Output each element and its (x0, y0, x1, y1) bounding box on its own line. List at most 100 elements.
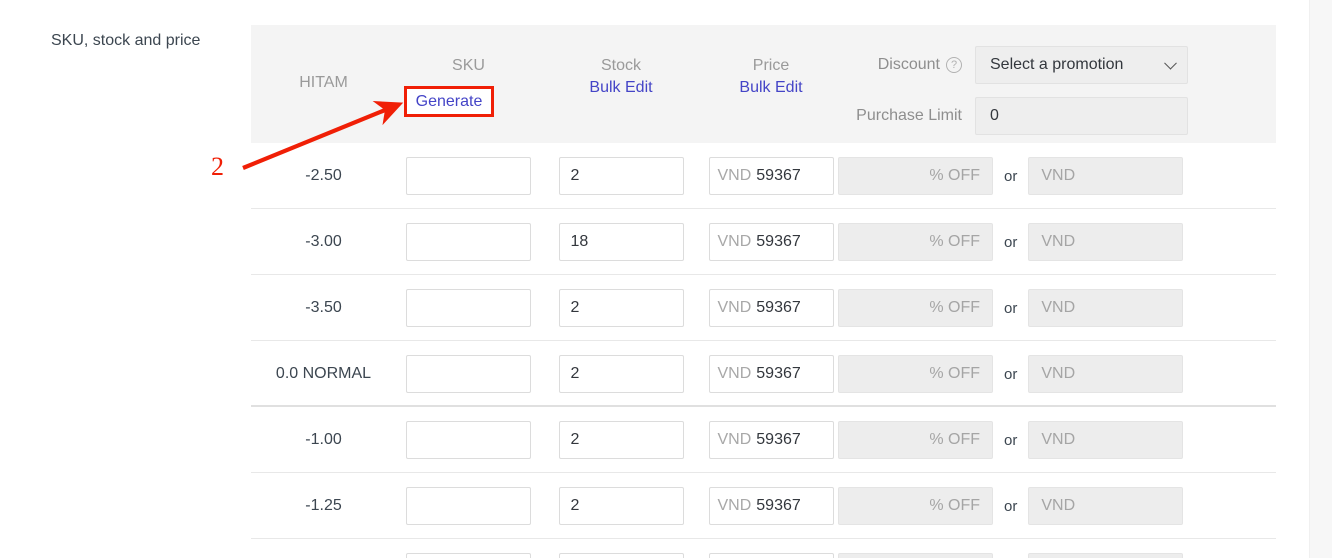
row-sku-cell (396, 275, 541, 341)
sku-input[interactable] (406, 157, 531, 195)
column-header-sku: SKU (396, 55, 541, 77)
row-stock-cell (546, 473, 696, 539)
table-row: 0.0 NORMAL VND59367 or (251, 341, 1276, 407)
stock-input[interactable] (558, 223, 684, 261)
section-title: SKU, stock and price (51, 32, 201, 49)
discount-amount-input[interactable] (1028, 421, 1184, 459)
discount-or-label: or (1004, 365, 1018, 383)
price-input[interactable]: VND 59367 (708, 223, 834, 261)
row-price-cell (696, 539, 846, 558)
stock-input[interactable] (558, 355, 684, 393)
price-currency-prefix: VND (717, 365, 752, 382)
discount-amount-input[interactable] (1028, 223, 1184, 261)
discount-percent-input[interactable] (838, 223, 993, 261)
row-stock-cell (546, 407, 696, 473)
table-row: -3.50 VND59367 or (251, 275, 1276, 341)
table-body: -2.50VND59367or-3.00VND59367or-3.50VND59… (251, 143, 1276, 558)
price-currency-prefix: VND (717, 299, 752, 316)
page-scrollbar-track[interactable] (1309, 0, 1332, 558)
sku-input[interactable] (406, 223, 531, 261)
sku-input[interactable] (406, 421, 531, 459)
row-variation-cell: -1.00 (251, 407, 396, 473)
column-header-price: Price Bulk Edit (696, 55, 846, 99)
discount-percent-input[interactable] (838, 421, 993, 459)
discount-percent-input[interactable] (838, 553, 993, 558)
discount-percent-input[interactable] (838, 487, 993, 525)
row-sku-cell (396, 143, 541, 209)
row-variation-cell: -3.00 (251, 209, 396, 275)
sku-column-title: SKU (452, 57, 485, 74)
row-discount-cell: or (838, 539, 1276, 558)
price-amount: 59367 (756, 365, 801, 382)
row-discount-cell: or (838, 341, 1276, 407)
purchase-limit-label-group: Purchase Limit (838, 107, 975, 125)
row-price-cell: VND 59367 (696, 143, 846, 209)
price-input[interactable]: VND 59367 (708, 421, 834, 459)
discount-label-group: Discount ? (838, 56, 975, 74)
discount-amount-input[interactable] (1028, 487, 1184, 525)
stock-input[interactable] (558, 157, 684, 195)
purchase-limit-input[interactable] (975, 97, 1188, 135)
price-currency-prefix: VND (717, 233, 752, 250)
row-price-cell: VND 59367 (696, 341, 846, 407)
price-column-title: Price (752, 57, 790, 74)
price-amount: 59367 (756, 167, 801, 184)
price-input[interactable] (708, 553, 834, 558)
generate-sku-highlight: Generate (404, 86, 494, 117)
discount-row: Discount ? Select a promotion (838, 45, 1188, 85)
stock-input[interactable] (558, 553, 684, 558)
price-input[interactable]: VND 59367 (708, 487, 834, 525)
row-variation-cell: -3.50 (251, 275, 396, 341)
discount-amount-input[interactable] (1028, 553, 1184, 558)
row-variation-label: -2.50 (305, 167, 342, 184)
discount-amount-input[interactable] (1028, 157, 1184, 195)
row-sku-cell (396, 539, 541, 558)
row-sku-cell (396, 341, 541, 407)
row-variation-label: -1.25 (305, 497, 342, 514)
page-root: SKU, stock and price HITAM SKU Generate … (0, 0, 1332, 558)
price-input[interactable]: VND 59367 (708, 157, 834, 195)
promotion-select[interactable]: Select a promotion (975, 46, 1188, 84)
sku-input[interactable] (406, 553, 531, 558)
discount-amount-input[interactable] (1028, 355, 1184, 393)
stock-input[interactable] (558, 487, 684, 525)
generate-sku-button[interactable]: Generate (416, 91, 483, 113)
price-input[interactable]: VND 59367 (708, 289, 834, 327)
annotation-step-number: 2 (211, 152, 224, 181)
discount-or-label: or (1004, 431, 1018, 449)
help-circle-icon[interactable]: ? (946, 57, 962, 73)
row-variation-cell (251, 539, 396, 558)
row-variation-label: -3.50 (305, 299, 342, 316)
row-stock-cell (546, 209, 696, 275)
sku-input[interactable] (406, 355, 531, 393)
sku-input[interactable] (406, 487, 531, 525)
row-price-cell: VND 59367 (696, 275, 846, 341)
stock-input[interactable] (558, 421, 684, 459)
price-amount: 59367 (756, 299, 801, 316)
column-header-stock: Stock Bulk Edit (546, 55, 696, 99)
discount-or-label: or (1004, 233, 1018, 251)
discount-percent-input[interactable] (838, 355, 993, 393)
stock-input[interactable] (558, 289, 684, 327)
row-stock-cell (546, 275, 696, 341)
stock-bulk-edit-button[interactable]: Bulk Edit (546, 77, 696, 99)
discount-amount-input[interactable] (1028, 289, 1184, 327)
row-variation-label: 0.0 NORMAL (275, 365, 372, 382)
discount-percent-input[interactable] (838, 157, 993, 195)
price-amount: 59367 (756, 497, 801, 514)
sku-input[interactable] (406, 289, 531, 327)
row-discount-cell: or (838, 143, 1276, 209)
row-variation-label: -3.00 (305, 233, 342, 250)
discount-or-label: or (1004, 167, 1018, 185)
price-bulk-edit-button[interactable]: Bulk Edit (696, 77, 846, 99)
row-stock-cell (546, 341, 696, 407)
price-amount: 59367 (756, 431, 801, 448)
price-input[interactable]: VND 59367 (708, 355, 834, 393)
discount-or-label: or (1004, 497, 1018, 515)
price-currency-prefix: VND (717, 167, 752, 184)
price-currency-prefix: VND (717, 497, 752, 514)
row-price-cell: VND 59367 (696, 209, 846, 275)
discount-percent-input[interactable] (838, 289, 993, 327)
row-variation-cell: -2.50 (251, 143, 396, 209)
row-variation-cell: -1.25 (251, 473, 396, 539)
